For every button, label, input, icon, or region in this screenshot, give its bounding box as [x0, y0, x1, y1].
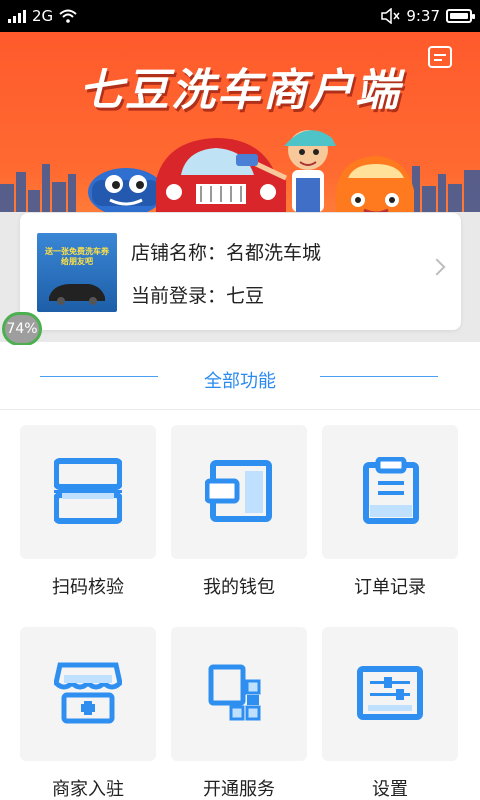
feature-label: 开通服务: [203, 779, 275, 800]
signal-icon: [8, 9, 26, 23]
battery-icon: [446, 9, 475, 23]
thumbnail-promo-text: 送一张免费洗车券 给朋友吧: [45, 247, 109, 266]
clock: 9:37: [406, 7, 440, 25]
chevron-right-icon: [428, 258, 446, 276]
network-type: 2G: [32, 7, 54, 25]
feature-tile-scan[interactable]: [20, 425, 156, 559]
car-wash-illustration: [88, 130, 414, 216]
progress-bubble[interactable]: 74%: [2, 312, 42, 346]
section-title: 全部功能: [204, 371, 276, 392]
feature-tile-merchant-join[interactable]: [20, 627, 156, 761]
divider: [320, 376, 438, 377]
feature-label: 扫码核验: [52, 577, 124, 598]
feature-label: 订单记录: [354, 577, 426, 598]
feature-tile-settings[interactable]: [322, 627, 458, 761]
clipboard-icon: [363, 457, 419, 524]
feature-label: 设置: [372, 779, 408, 800]
app-title: 七豆洗车商户端: [79, 65, 401, 116]
wifi-icon: [59, 9, 77, 23]
status-bar: 2G 9:37: [0, 0, 480, 32]
storefront-icon: [54, 662, 122, 724]
feature-label: 我的钱包: [203, 577, 275, 598]
feature-tile-wallet[interactable]: [171, 425, 307, 559]
current-login: 当前登录：七豆: [131, 285, 265, 307]
menu-icon[interactable]: [428, 46, 452, 68]
sliders-icon: [357, 666, 423, 720]
wallet-icon: [205, 460, 272, 522]
scan-icon: [54, 458, 122, 524]
feature-tile-services[interactable]: [171, 627, 307, 761]
section-header: 全部功能: [0, 345, 480, 410]
blocks-icon: [208, 664, 261, 721]
feature-label: 商家入驻: [52, 779, 124, 800]
car-icon: [49, 284, 105, 305]
shop-info-card[interactable]: 送一张免费洗车券 给朋友吧 店铺名称：名都洗车城 当前登录：七豆: [20, 213, 461, 330]
feature-tile-orders[interactable]: [322, 425, 458, 559]
shop-name: 店铺名称：名都洗车城: [131, 242, 322, 264]
shop-thumbnail: 送一张免费洗车券 给朋友吧: [37, 233, 117, 312]
mute-icon: [381, 8, 400, 24]
